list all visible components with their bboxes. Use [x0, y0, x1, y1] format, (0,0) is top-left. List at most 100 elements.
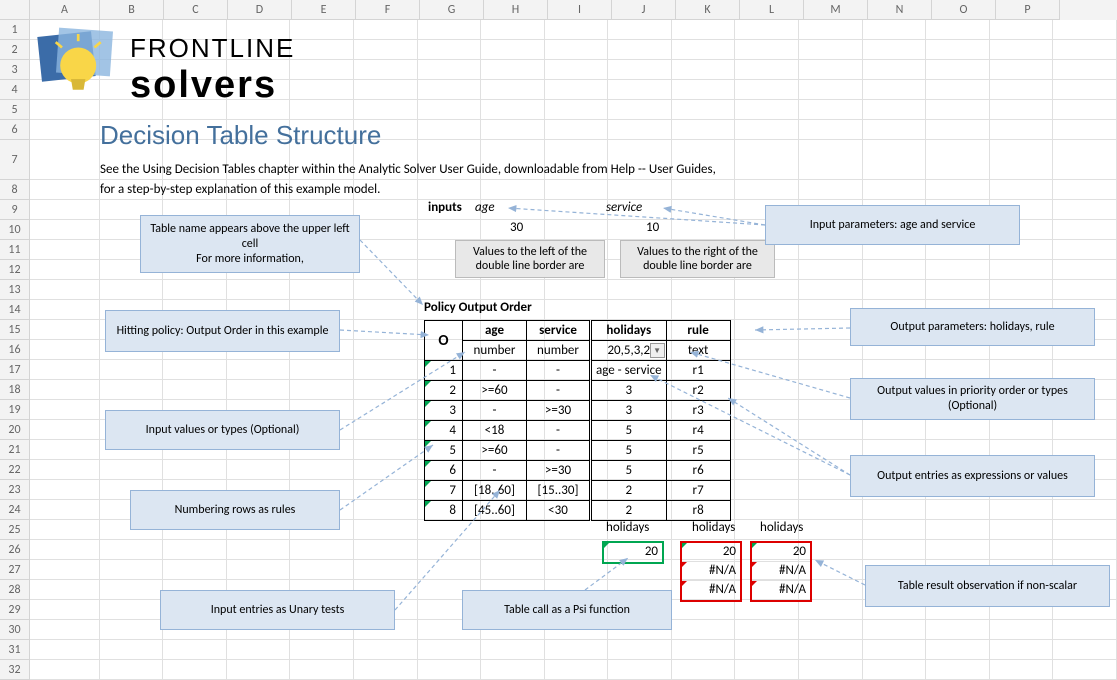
row-header-31[interactable]: 31 — [0, 640, 30, 660]
rule-rule[interactable]: r3 — [666, 401, 730, 421]
col-header-C[interactable]: C — [164, 0, 228, 20]
rule-service[interactable]: - — [527, 381, 591, 401]
row-header-14[interactable]: 14 — [0, 300, 30, 320]
rule-service[interactable]: >=30 — [527, 461, 591, 481]
col-header-B[interactable]: B — [100, 0, 164, 20]
row-header-24[interactable]: 24 — [0, 500, 30, 520]
row-header-12[interactable]: 12 — [0, 260, 30, 280]
decision-table[interactable]: O age service holidays rule number numbe… — [424, 320, 731, 521]
row-header-5[interactable]: 5 — [0, 100, 30, 120]
rule-age[interactable]: [18..60] — [463, 481, 527, 501]
result-red2-0[interactable]: 20 — [752, 543, 810, 562]
rule-number[interactable]: 4 — [425, 421, 463, 441]
col-header-J[interactable]: J — [612, 0, 676, 20]
row-header-15[interactable]: 15 — [0, 320, 30, 340]
result-red1-1[interactable]: #N/A — [682, 562, 740, 581]
row-header-23[interactable]: 23 — [0, 480, 30, 500]
col-header-A[interactable]: A — [30, 0, 100, 20]
col-header-O[interactable]: O — [932, 0, 996, 20]
result-red1-2[interactable]: #N/A — [682, 581, 740, 600]
rule-age[interactable]: >=60 — [463, 441, 527, 461]
rule-holidays[interactable]: 2 — [591, 481, 667, 501]
row-header-29[interactable]: 29 — [0, 600, 30, 620]
input-age-value[interactable]: 30 — [510, 220, 523, 235]
rule-rule[interactable]: r2 — [666, 381, 730, 401]
result-box-green[interactable]: 20 — [602, 541, 664, 564]
row-header-4[interactable]: 4 — [0, 80, 30, 100]
rule-service[interactable]: <30 — [527, 501, 591, 521]
row-header-30[interactable]: 30 — [0, 620, 30, 640]
rule-age[interactable]: - — [463, 401, 527, 421]
rule-rule[interactable]: r1 — [666, 361, 730, 381]
rule-rule[interactable]: r8 — [666, 501, 730, 521]
rule-row[interactable]: 5 >=60 - 5 r5 — [425, 441, 731, 461]
row-header-3[interactable]: 3 — [0, 60, 30, 80]
row-header-18[interactable]: 18 — [0, 380, 30, 400]
type-holidays[interactable]: 20,5,3,2▼ — [591, 341, 667, 361]
rule-age[interactable]: [45..60] — [463, 501, 527, 521]
col-holidays[interactable]: holidays — [591, 321, 667, 341]
row-header-10[interactable]: 10 — [0, 220, 30, 240]
rule-number[interactable]: 5 — [425, 441, 463, 461]
rule-rule[interactable]: r4 — [666, 421, 730, 441]
rule-age[interactable]: - — [463, 461, 527, 481]
rule-row[interactable]: 6 - >=30 5 r6 — [425, 461, 731, 481]
select-all-corner[interactable] — [0, 0, 30, 20]
rule-holidays[interactable]: 5 — [591, 441, 667, 461]
rule-number[interactable]: 3 — [425, 401, 463, 421]
row-header-20[interactable]: 20 — [0, 420, 30, 440]
rule-service[interactable]: - — [527, 441, 591, 461]
row-header-2[interactable]: 2 — [0, 40, 30, 60]
result-green-val[interactable]: 20 — [604, 543, 662, 562]
row-header-1[interactable]: 1 — [0, 20, 30, 40]
result-box-red-1[interactable]: 20 #N/A #N/A — [680, 541, 742, 602]
rule-service[interactable]: [15..30] — [527, 481, 591, 501]
rule-service[interactable]: - — [527, 421, 591, 441]
rule-holidays[interactable]: age - service — [591, 361, 667, 381]
rule-row[interactable]: 2 >=60 - 3 r2 — [425, 381, 731, 401]
rule-service[interactable]: - — [527, 361, 591, 381]
input-service-value[interactable]: 10 — [646, 220, 659, 235]
rule-age[interactable]: <18 — [463, 421, 527, 441]
col-age[interactable]: age — [463, 321, 527, 341]
row-header-32[interactable]: 32 — [0, 660, 30, 680]
type-service[interactable]: number — [527, 341, 591, 361]
row-header-21[interactable]: 21 — [0, 440, 30, 460]
type-rule[interactable]: text — [666, 341, 730, 361]
row-header-8[interactable]: 8 — [0, 180, 30, 200]
row-header-9[interactable]: 9 — [0, 200, 30, 220]
rule-holidays[interactable]: 2 — [591, 501, 667, 521]
rule-row[interactable]: 7 [18..60] [15..30] 2 r7 — [425, 481, 731, 501]
result-red2-2[interactable]: #N/A — [752, 581, 810, 600]
col-header-L[interactable]: L — [740, 0, 804, 20]
row-header-13[interactable]: 13 — [0, 280, 30, 300]
col-header-E[interactable]: E — [292, 0, 356, 20]
rule-age[interactable]: - — [463, 361, 527, 381]
col-header-H[interactable]: H — [484, 0, 548, 20]
rule-holidays[interactable]: 5 — [591, 421, 667, 441]
row-header-11[interactable]: 11 — [0, 240, 30, 260]
col-header-M[interactable]: M — [804, 0, 868, 20]
col-header-P[interactable]: P — [996, 0, 1060, 20]
row-header-26[interactable]: 26 — [0, 540, 30, 560]
rule-number[interactable]: 8 — [425, 501, 463, 521]
rule-number[interactable]: 6 — [425, 461, 463, 481]
rule-number[interactable]: 1 — [425, 361, 463, 381]
rule-age[interactable]: >=60 — [463, 381, 527, 401]
result-red2-1[interactable]: #N/A — [752, 562, 810, 581]
rule-number[interactable]: 2 — [425, 381, 463, 401]
rule-row[interactable]: 3 - >=30 3 r3 — [425, 401, 731, 421]
row-header-6[interactable]: 6 — [0, 120, 30, 140]
rule-row[interactable]: 4 <18 - 5 r4 — [425, 421, 731, 441]
hit-policy-cell[interactable]: O — [425, 321, 463, 361]
dropdown-icon[interactable]: ▼ — [650, 343, 665, 358]
rule-row[interactable]: 1 - - age - service r1 — [425, 361, 731, 381]
row-header-16[interactable]: 16 — [0, 340, 30, 360]
row-header-19[interactable]: 19 — [0, 400, 30, 420]
col-header-G[interactable]: G — [420, 0, 484, 20]
row-header-28[interactable]: 28 — [0, 580, 30, 600]
rule-rule[interactable]: r6 — [666, 461, 730, 481]
row-header-22[interactable]: 22 — [0, 460, 30, 480]
col-header-K[interactable]: K — [676, 0, 740, 20]
col-rule[interactable]: rule — [666, 321, 730, 341]
